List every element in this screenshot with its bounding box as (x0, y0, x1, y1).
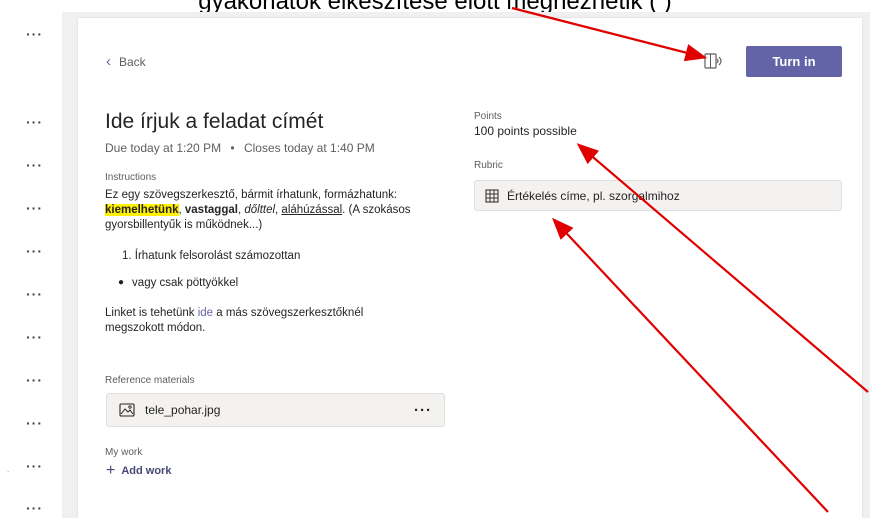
rubric-label: Rubric (474, 160, 503, 171)
more-icon[interactable]: ··· (26, 26, 43, 42)
chevron-left-icon: ‹ (106, 53, 111, 70)
separator: • (230, 141, 235, 155)
more-icon[interactable]: ··· (26, 157, 43, 173)
dot-marker: . (7, 465, 10, 474)
reference-file-name: tele_pohar.jpg (145, 403, 221, 417)
add-work-button[interactable]: + Add work (106, 462, 171, 480)
more-icon[interactable]: ··· (26, 114, 43, 130)
due-info: Due today at 1:20 PM • Closes today at 1… (105, 141, 375, 155)
link-paragraph: Linket is tehetünk ide a más szövegszerk… (105, 306, 425, 336)
link-before: Linket is tehetünk (105, 307, 198, 319)
more-icon[interactable]: ··· (26, 200, 43, 216)
rubric-name: Értékelés címe, pl. szorgalmihoz (507, 188, 680, 203)
bullet-list-item: ● vagy csak pöttyökkel (118, 277, 238, 289)
add-work-label: Add work (121, 465, 172, 477)
back-label: Back (119, 54, 146, 69)
back-button[interactable]: ‹ Back (106, 54, 146, 69)
highlighted-text: kiemelhetünk (105, 204, 179, 216)
points-label: Points (474, 111, 502, 122)
bullet-icon: ● (118, 277, 125, 288)
more-icon[interactable]: ··· (26, 329, 43, 345)
instr-intro: Ez egy szövegszerkesztő, bármit írhatunk… (105, 189, 398, 201)
more-icon[interactable]: ··· (26, 415, 43, 431)
more-icon[interactable]: ··· (26, 500, 43, 516)
image-file-icon (119, 403, 135, 417)
reference-materials-label: Reference materials (105, 375, 195, 386)
more-icon[interactable]: ··· (26, 286, 43, 302)
points-value: 100 points possible (474, 124, 577, 138)
rubric-item[interactable]: Értékelés címe, pl. szorgalmihoz (474, 180, 842, 211)
immersive-reader-icon[interactable] (703, 51, 723, 71)
reference-file[interactable]: tele_pohar.jpg ··· (106, 393, 445, 427)
bold-text: vastaggal (184, 204, 238, 216)
grid-icon (485, 189, 499, 202)
more-icon[interactable]: ··· (26, 243, 43, 259)
due-text: Due today at 1:20 PM (105, 141, 222, 155)
turn-in-button[interactable]: Turn in (746, 46, 842, 77)
instructions-text: Ez egy szövegszerkesztő, bármit írhatunk… (105, 188, 445, 233)
more-options-icon[interactable]: ··· (414, 402, 432, 419)
underlined-text: aláhúzással (281, 204, 343, 216)
more-icon[interactable]: ··· (26, 458, 43, 474)
plus-icon: + (106, 462, 116, 479)
assignment-title: Ide írjuk a feladat címét (105, 110, 324, 133)
numbered-list-item: 1. Írhatunk felsorolást számozottan (122, 250, 301, 262)
more-icon[interactable]: ··· (26, 372, 43, 388)
my-work-label: My work (105, 447, 143, 458)
instructions-label: Instructions (105, 172, 157, 183)
assignment-card (78, 18, 862, 518)
closes-text: Closes today at 1:40 PM (243, 141, 375, 155)
italic-text: dőlttel (244, 204, 276, 216)
bullet-text: vagy csak pöttyökkel (132, 277, 239, 289)
inline-link[interactable]: ide (198, 307, 213, 319)
